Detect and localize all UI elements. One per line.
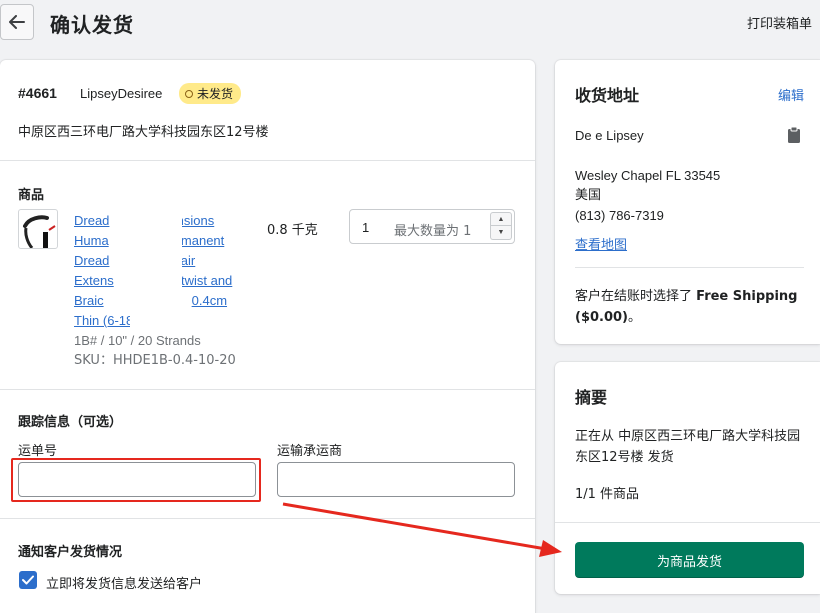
carrier-input[interactable] <box>277 462 515 497</box>
shipping-address-card: 收货地址 编辑 De e Lipsey 7 t Wesley Chapel FL… <box>555 60 820 344</box>
quantity-step-buttons[interactable]: ▲ ▼ <box>490 212 512 241</box>
shipping-address-title: 收货地址 <box>575 86 640 105</box>
order-header-section: #4661 LipseyDesiree 未发货 中原区西三环电厂路大学科技园东区… <box>0 60 535 161</box>
product-variant: 1B# / 10" / 20 Strands SKU：HHDE1B-0.4-10… <box>74 333 236 368</box>
order-number: #4661 <box>18 85 57 101</box>
quantity-value: 1 <box>362 220 370 235</box>
back-button[interactable] <box>0 4 34 40</box>
shipping-address-block: De e Lipsey 7 t Wesley Chapel FL 33545 美… <box>575 126 720 226</box>
tracking-number-label: 运单号 <box>18 444 58 459</box>
item-count: 1/1 件商品 <box>575 487 640 502</box>
fulfill-items-button[interactable]: 为商品发货 <box>575 542 804 578</box>
summary-card: 摘要 正在从 中原区西三环电厂路大学科技园东区12号楼 发货 1/1 件商品 为… <box>555 362 820 594</box>
redaction-mask <box>130 210 182 328</box>
fulfill-location: 中原区西三环电厂路大学科技园东区12号楼 <box>18 125 269 140</box>
notify-checkbox-label[interactable]: 立即将发货信息发送给客户 <box>46 573 202 592</box>
clipboard-icon[interactable] <box>787 126 801 147</box>
page-title: 确认发货 <box>50 13 134 37</box>
phone-number: (813) 786-7319 <box>575 208 664 223</box>
quantity-max-label: 最大数量为 1 <box>394 224 472 239</box>
redaction-mask <box>575 146 687 162</box>
summary-title: 摘要 <box>575 388 608 407</box>
carrier-label: 运输承运商 <box>277 444 343 459</box>
tracking-number-input[interactable] <box>18 462 256 497</box>
status-badge-label: 未发货 <box>197 87 234 101</box>
section-divider <box>0 518 535 519</box>
increment-icon[interactable]: ▲ <box>490 212 512 226</box>
tracking-section-label: 跟踪信息（可选） <box>18 415 123 430</box>
summary-text: 正在从 中原区西三环电厂路大学科技园东区12号楼 发货 <box>575 429 801 465</box>
view-map-link[interactable]: 查看地图 <box>575 234 627 253</box>
customer-name: LipseyDesiree <box>80 86 163 101</box>
address-divider <box>575 267 804 268</box>
decrement-icon[interactable]: ▼ <box>490 226 512 240</box>
checkmark-icon <box>22 575 34 585</box>
country: 美国 <box>575 188 602 203</box>
recipient-name: De e Lipsey <box>575 128 644 143</box>
edit-address-link[interactable]: 编辑 <box>778 85 804 104</box>
status-badge: 未发货 <box>179 83 242 104</box>
arrow-left-icon <box>9 15 25 29</box>
city-line: Wesley Chapel FL 33545 <box>575 168 721 183</box>
products-label: 商品 <box>18 188 45 203</box>
quantity-stepper[interactable]: 1 最大数量为 1 ▲ ▼ <box>349 209 515 244</box>
summary-divider <box>555 522 820 523</box>
product-weight: 0.8 千克 <box>267 223 318 238</box>
status-dot-icon <box>185 89 193 98</box>
print-packing-slip-link[interactable]: 打印装箱单 <box>747 13 812 32</box>
notify-checkbox[interactable] <box>19 571 37 589</box>
product-thumbnail <box>18 209 58 249</box>
notify-section-label: 通知客户发货情况 <box>18 545 123 560</box>
shipping-method-note: 客户在结账时选择了 Free Shipping ($0.00)。 <box>575 289 798 325</box>
